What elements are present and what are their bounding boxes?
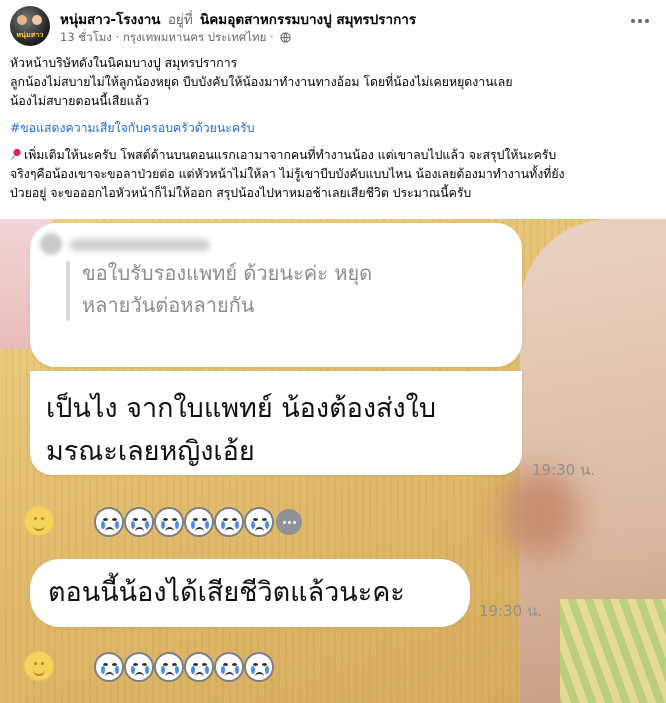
photo-blur-shadow	[500, 469, 580, 559]
caption-line: ลูกน้องไม่สบายไม่ให้ลูกน้องหยุด บีบบังคั…	[10, 75, 513, 89]
avatar-face-left	[17, 15, 27, 25]
quote-bar	[66, 261, 70, 321]
pushpin-icon	[10, 148, 21, 160]
crying-face-icon	[214, 507, 244, 537]
more-reactions-button[interactable]	[276, 509, 302, 535]
post-photo[interactable]: ขอใบรับรองแพทย์ ด้วยนะค่ะ หยุด หลายวันต่…	[0, 219, 666, 703]
post-place: · กรุงเทพมหานคร ประเทศไทย ·	[115, 30, 274, 44]
caption-line: จริงๆคือน้องเขาจะขอลาป่วยต่อ แต่หัวหน้าไ…	[10, 167, 565, 181]
page-name-link[interactable]: หนุ่มสาว-โรงงาน	[60, 12, 161, 28]
crying-face-icon	[244, 652, 274, 682]
crying-face-icon	[154, 507, 184, 537]
crying-face-icon	[184, 652, 214, 682]
crying-face-icon	[184, 507, 214, 537]
page-avatar[interactable]: หนุ่มสาว	[10, 6, 50, 46]
message-time: 19:30 น.	[479, 602, 543, 620]
at-word: อยู่ที่	[167, 12, 193, 28]
quoted-line: ขอใบรับรองแพทย์ ด้วยนะค่ะ หยุด	[82, 261, 373, 285]
caption-line: หัวหน้าบริษัทดังในนิคมบางปู สมุทรปราการ	[10, 56, 238, 70]
blurred-sender-avatar	[40, 233, 62, 255]
reaction-row	[94, 652, 274, 682]
avatar-face-right	[32, 15, 42, 25]
post-caption: หัวหน้าบริษัทดังในนิคมบางปู สมุทรปราการ …	[10, 54, 660, 203]
caption-line: น้องไม่สบายตอนนี้เสียแล้ว	[10, 94, 149, 108]
smiley-icon[interactable]	[24, 506, 54, 536]
more-options-button[interactable]	[628, 12, 652, 30]
hashtag-link[interactable]: #ขอแสดงความเสียใจกับครอบครัวด้วยนะครับ	[10, 121, 255, 135]
dot-icon	[638, 19, 642, 23]
crying-face-icon	[154, 652, 184, 682]
second-message-text: ตอนนี้น้องได้เสียชีวิตแล้วนะคะ	[48, 577, 405, 608]
reply-message-text: เป็นไง จากใบแพทย์ น้องต้องส่งใบ มรณะเลยห…	[46, 387, 486, 473]
crying-face-icon	[244, 507, 274, 537]
reply-line: เป็นไง จากใบแพทย์ น้องต้องส่งใบ	[46, 393, 436, 424]
post-meta: 13 ชั่วโมง · กรุงเทพมหานคร ประเทศไทย ·	[60, 29, 291, 47]
crying-face-icon	[94, 652, 124, 682]
crying-face-icon	[124, 507, 154, 537]
smiley-icon[interactable]	[24, 651, 54, 681]
blurred-sender-name	[70, 239, 210, 251]
photo-blur-corner	[560, 599, 666, 703]
crying-face-icon	[214, 652, 244, 682]
post-title-line: หนุ่มสาว-โรงงาน อยู่ที่ นิคมอุตสาหกรรมบา…	[60, 8, 416, 30]
reaction-row	[94, 507, 302, 537]
globe-icon	[280, 32, 291, 43]
post-header: หนุ่มสาว หนุ่มสาว-โรงงาน อยู่ที่ นิคมอุต…	[0, 0, 666, 50]
quoted-message-text: ขอใบรับรองแพทย์ ด้วยนะค่ะ หยุด หลายวันต่…	[82, 257, 502, 321]
post-timestamp[interactable]: 13 ชั่วโมง	[60, 30, 112, 44]
message-time: 19:30 น.	[532, 461, 596, 479]
crying-face-icon	[124, 652, 154, 682]
quoted-line: หลายวันต่อหลายกัน	[82, 293, 255, 317]
dot-icon	[645, 19, 649, 23]
caption-line: เพิ่มเติมให้นะครับ โพสต์ด้านบนตอนแรกเอาม…	[24, 148, 557, 162]
reply-line: มรณะเลยหญิงเอ้ย	[46, 436, 255, 467]
facebook-post: หนุ่มสาว หนุ่มสาว-โรงงาน อยู่ที่ นิคมอุต…	[0, 0, 666, 703]
caption-line: ป่วยอยู่ จะขอออกไอหัวหน้าก็ไม่ให้ออก สรุ…	[10, 186, 472, 200]
crying-face-icon	[94, 507, 124, 537]
avatar-logo-text: หนุ่มสาว	[16, 31, 44, 39]
dot-icon	[631, 19, 635, 23]
location-link[interactable]: นิคมอุตสาหกรรมบางปู สมุทรปราการ	[200, 12, 416, 28]
